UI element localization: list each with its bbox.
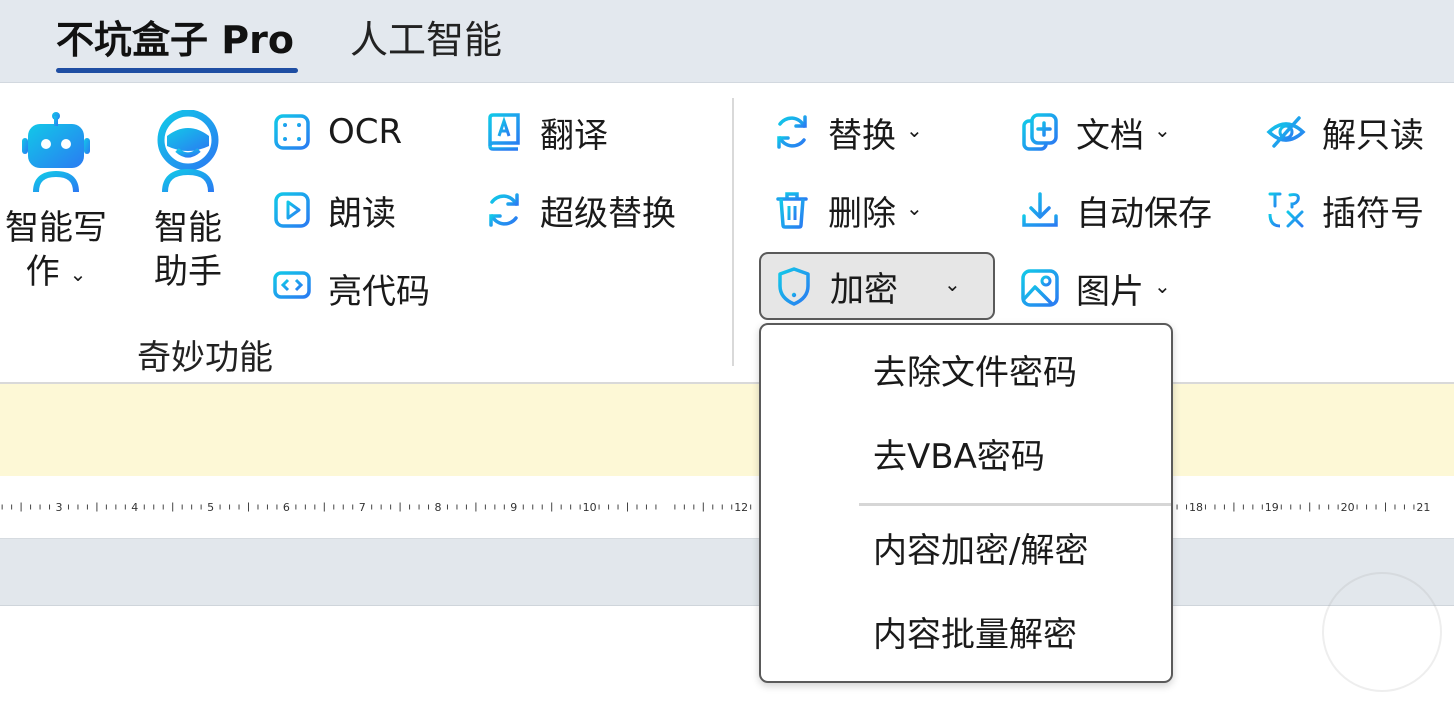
group-label-wonderful: 奇妙功能 bbox=[137, 338, 273, 378]
replace-label: 替换 bbox=[828, 115, 896, 156]
ai-write-label-1: 智能写 bbox=[5, 208, 107, 248]
translate-label: 翻译 bbox=[540, 115, 608, 156]
document-label: 文档 bbox=[1076, 115, 1144, 156]
image-label: 图片 bbox=[1076, 271, 1144, 312]
ruler-label: 3 bbox=[56, 501, 63, 514]
book-a-icon bbox=[488, 113, 520, 151]
read-aloud-button[interactable]: 朗读 bbox=[272, 182, 396, 238]
ruler-label: 19 bbox=[1265, 501, 1279, 514]
scan-frame-icon bbox=[274, 114, 310, 150]
play-icon bbox=[274, 192, 310, 228]
chevron-down-icon: ⌄ bbox=[944, 272, 961, 296]
ruler-label: 8 bbox=[435, 501, 442, 514]
unlock-readonly-button[interactable]: 解只读 bbox=[1266, 104, 1424, 160]
download-icon bbox=[1022, 192, 1058, 227]
image-icon bbox=[1021, 269, 1059, 307]
document-button[interactable]: 文档 ⌄ bbox=[1020, 104, 1171, 160]
super-replace-button[interactable]: 超级替换 bbox=[484, 182, 676, 238]
shield-alert-icon bbox=[778, 267, 810, 306]
insert-symbol-label: 插符号 bbox=[1322, 193, 1424, 234]
robot-icon bbox=[22, 112, 90, 193]
ocr-label: OCR bbox=[328, 112, 403, 152]
ruler-label: 18 bbox=[1189, 501, 1203, 514]
tab-bukeng-pro[interactable]: 不坑盒子 Pro bbox=[56, 16, 294, 64]
active-tab-indicator bbox=[56, 68, 298, 73]
chevron-down-icon: ⌄ bbox=[1154, 274, 1171, 298]
highlight-code-button[interactable]: 亮代码 bbox=[272, 260, 430, 316]
menu-item-remove-vba-password[interactable]: 去VBA密码 bbox=[873, 435, 1045, 479]
menu-item-content-encrypt-decrypt[interactable]: 内容加密/解密 bbox=[873, 529, 1088, 573]
ruler-label: 5 bbox=[207, 501, 214, 514]
delete-label: 删除 bbox=[828, 193, 896, 234]
refresh-icon bbox=[489, 193, 519, 227]
ai-write-label-2-row: 作 ⌄ bbox=[0, 250, 112, 298]
trash-icon bbox=[776, 192, 808, 229]
refresh-icon bbox=[777, 115, 807, 149]
group-separator bbox=[732, 98, 734, 366]
image-button[interactable]: 图片 ⌄ bbox=[1020, 260, 1171, 316]
ruler-label: 9 bbox=[510, 501, 517, 514]
highlight-code-label: 亮代码 bbox=[328, 271, 430, 312]
encrypt-dropdown-menu: 去除文件密码 去VBA密码 内容加密/解密 内容批量解密 bbox=[759, 323, 1173, 683]
notification-bar bbox=[0, 382, 1454, 478]
chevron-down-icon: ⌄ bbox=[1154, 118, 1171, 142]
ruler-label: 10 bbox=[583, 501, 597, 514]
symbols-icon bbox=[1268, 192, 1304, 228]
autosave-label: 自动保存 bbox=[1076, 193, 1212, 234]
ai-assistant-button[interactable]: 智能 助手 bbox=[142, 110, 234, 294]
chevron-down-icon: ⌄ bbox=[906, 196, 923, 220]
ruler-ticks: 3 4 5 6 7 8 9 10 12 18 19 20 21 bbox=[1, 501, 1430, 514]
ai-write-label-2: 作 bbox=[25, 252, 60, 292]
tab-ai[interactable]: 人工智能 bbox=[350, 16, 502, 64]
ocr-button[interactable]: OCR bbox=[272, 104, 402, 160]
ruler-label: 7 bbox=[359, 501, 366, 514]
ruler-label: 20 bbox=[1341, 501, 1355, 514]
code-monitor-icon bbox=[273, 271, 311, 306]
ruler-label: 4 bbox=[131, 501, 138, 514]
autosave-button[interactable]: 自动保存 bbox=[1020, 182, 1212, 238]
assistant-label-1: 智能 bbox=[154, 208, 222, 248]
file-add-icon bbox=[1022, 113, 1058, 151]
encrypt-button-content[interactable]: 加密 ⌄ bbox=[774, 258, 984, 314]
unlock-readonly-label: 解只读 bbox=[1322, 115, 1424, 156]
eye-off-icon bbox=[1266, 116, 1306, 148]
ruler-label: 6 bbox=[283, 501, 290, 514]
document-gutter bbox=[0, 538, 1454, 606]
super-replace-label: 超级替换 bbox=[540, 193, 676, 234]
horizontal-ruler[interactable]: 3 4 5 6 7 8 9 10 12 18 19 20 21 bbox=[0, 476, 1454, 536]
watermark-seal bbox=[1322, 572, 1442, 692]
menu-item-batch-decrypt[interactable]: 内容批量解密 bbox=[873, 613, 1077, 657]
menu-separator bbox=[859, 503, 1171, 506]
encrypt-label: 加密 bbox=[830, 269, 898, 310]
read-aloud-label: 朗读 bbox=[328, 193, 396, 234]
astronaut-icon bbox=[157, 110, 219, 193]
ruler-label: 21 bbox=[1416, 501, 1430, 514]
translate-button[interactable]: 翻译 bbox=[484, 104, 608, 160]
insert-symbol-button[interactable]: 插符号 bbox=[1266, 182, 1424, 238]
chevron-down-icon: ⌄ bbox=[906, 118, 923, 142]
replace-button[interactable]: 替换 ⌄ bbox=[772, 104, 923, 160]
assistant-label-2: 助手 bbox=[154, 252, 222, 292]
menu-item-remove-file-password[interactable]: 去除文件密码 bbox=[873, 351, 1077, 395]
ai-write-button[interactable]: 智能写 作 ⌄ bbox=[0, 110, 112, 298]
delete-button[interactable]: 删除 ⌄ bbox=[772, 182, 923, 238]
ruler-label: 12 bbox=[734, 501, 748, 514]
chevron-down-icon: ⌄ bbox=[69, 262, 87, 286]
